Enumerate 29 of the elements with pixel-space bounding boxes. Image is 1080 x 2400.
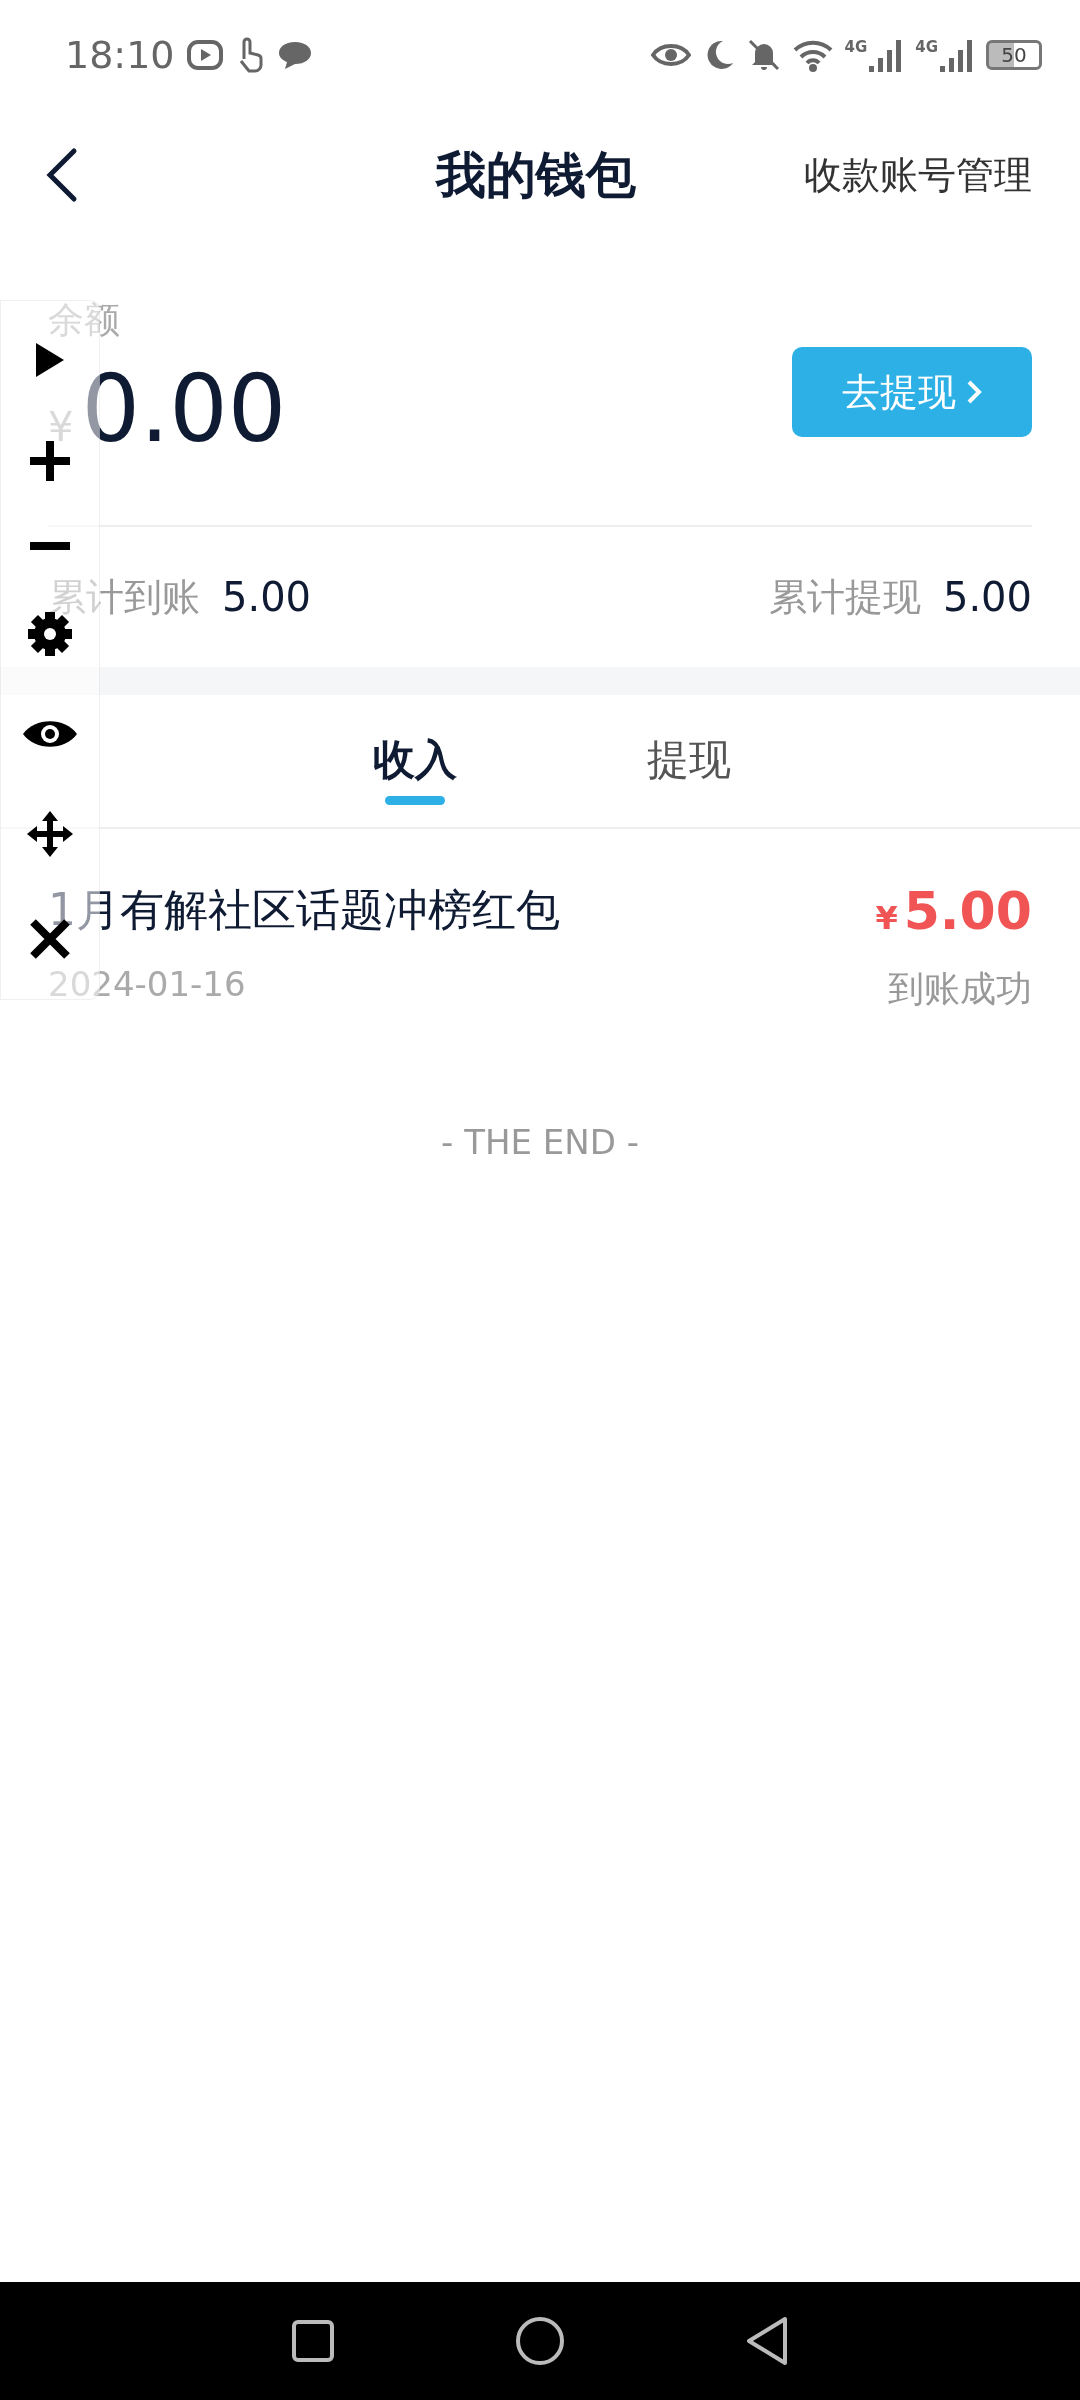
signal-icon	[869, 38, 904, 72]
total-value: 5.00	[942, 574, 1032, 620]
signal-icon	[940, 38, 974, 72]
bell-muted-icon	[746, 38, 781, 72]
wifi-icon	[792, 38, 833, 72]
chat-icon	[276, 39, 313, 71]
end-text: - THE END -	[441, 1122, 639, 1162]
account-management-link[interactable]: 收款账号管理	[804, 149, 1032, 201]
balance-amount: 0.00	[81, 355, 287, 465]
record-date: 2024-01-16	[48, 964, 246, 1004]
record-status: 到账成功	[888, 967, 1032, 1011]
tab[interactable]: 收入	[363, 695, 467, 827]
eye-icon	[650, 41, 691, 69]
total-label: 累计提现	[768, 573, 921, 621]
video-icon	[186, 39, 223, 71]
back-triangle-icon[interactable]	[745, 2316, 789, 2366]
record-amount: ¥5.00	[875, 881, 1032, 941]
battery-indicator: 50	[986, 40, 1042, 70]
network-label: 4G	[915, 38, 938, 56]
minus-icon[interactable]	[28, 541, 72, 552]
currency-symbol: ¥	[48, 404, 74, 450]
tab[interactable]: 提现	[637, 695, 741, 827]
total-value: 5.00	[222, 574, 312, 620]
circle-icon[interactable]	[515, 2316, 565, 2366]
status-time: 18:10	[65, 33, 175, 77]
square-icon[interactable]	[291, 2319, 335, 2363]
network-label: 4G	[844, 38, 868, 56]
chevron-icon	[966, 379, 982, 405]
page-title: 我的钱包	[436, 144, 636, 206]
